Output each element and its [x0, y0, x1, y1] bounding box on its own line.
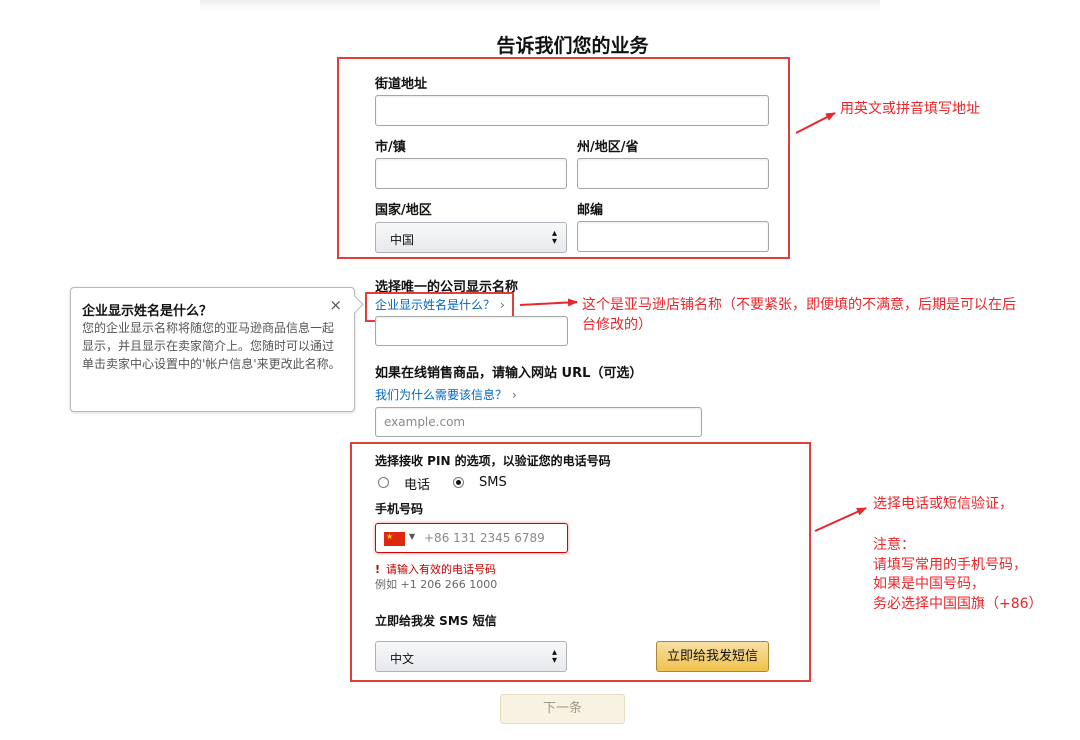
verify-note: 选择电话或短信验证， — [873, 496, 1013, 512]
attention-line1: 请填写常用的手机号码， — [873, 557, 1027, 573]
address-arrow — [795, 112, 836, 134]
store-name-arrow — [519, 298, 578, 307]
attention-line2: 如果是中国号码， — [873, 576, 985, 592]
attention-title: 注意： — [873, 537, 915, 553]
store-name-note-line1: 这个是亚马逊店铺名称（不要紧张，即便填的不满意，后期是可以在后 — [582, 297, 1016, 313]
attention-line3: 务必选择中国国旗（+86） — [873, 596, 1043, 612]
address-note: 用英文或拼音填写地址 — [840, 101, 980, 117]
verify-arrow — [814, 507, 867, 532]
store-name-note-line2: 台修改的） — [582, 317, 652, 333]
